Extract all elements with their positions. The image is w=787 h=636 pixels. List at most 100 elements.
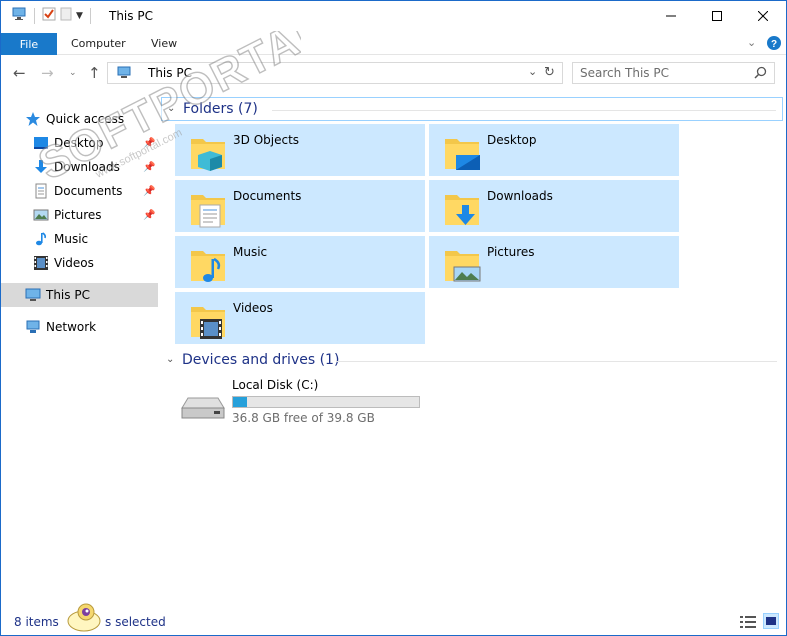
svg-text:?: ? — [771, 39, 777, 50]
nav-label: Videos — [54, 256, 94, 270]
3d-objects-folder-icon — [188, 133, 228, 173]
nav-label: Pictures — [54, 208, 102, 222]
drive-label: Local Disk (C:) — [232, 378, 319, 392]
address-this-pc-icon — [116, 66, 132, 83]
back-arrow-icon[interactable]: ← — [13, 64, 26, 82]
quick-access-toolbar: ▼ — [11, 7, 94, 24]
close-button[interactable] — [740, 1, 786, 31]
window-title: This PC — [109, 9, 153, 23]
large-icons-view-icon[interactable] — [763, 613, 779, 629]
customize-toolbar-chevron-icon[interactable]: ▼ — [76, 11, 83, 21]
group-divider — [336, 361, 777, 362]
watermark-mascot-icon — [66, 601, 106, 635]
music-icon — [33, 231, 49, 247]
address-bar[interactable]: This PC ⌄ ↻ — [107, 62, 563, 84]
nav-item-quick-access[interactable]: Quick access — [1, 107, 158, 131]
drive-usage-bar — [232, 396, 420, 408]
folder-tile-documents[interactable]: Documents — [175, 180, 425, 232]
nav-label: Music — [54, 232, 89, 246]
folder-tile-desktop[interactable]: Desktop — [429, 124, 679, 176]
search-icon — [754, 66, 767, 82]
group-divider — [272, 110, 776, 111]
title-bar: ▼ This PC — [1, 1, 786, 33]
help-icon[interactable]: ? — [767, 36, 781, 53]
group-title: Devices and drives (1) — [182, 352, 340, 368]
hard-drive-icon — [180, 396, 226, 425]
drive-free-space: 36.8 GB free of 39.8 GB — [232, 411, 375, 425]
nav-item-this-pc[interactable]: This PC — [1, 283, 158, 307]
folder-label: Pictures — [487, 245, 535, 259]
folder-label: Desktop — [487, 133, 537, 147]
nav-label: This PC — [46, 288, 90, 302]
up-arrow-icon[interactable]: ↑ — [88, 64, 101, 82]
new-folder-icon[interactable] — [60, 7, 72, 24]
minimize-button[interactable] — [648, 1, 694, 31]
navigation-pane: Quick access Desktop 📌 Downloads 📌 Docum… — [1, 101, 158, 601]
folder-tile-3d-objects[interactable]: 3D Objects — [175, 124, 425, 176]
selection-count: s selected — [105, 615, 166, 629]
recent-locations-chevron-icon[interactable]: ⌄ — [69, 68, 77, 78]
folder-label: Documents — [233, 189, 302, 203]
search-box[interactable]: Search This PC — [572, 62, 775, 84]
navigation-row: ← → ⌄ ↑ This PC ⌄ ↻ Search This PC — [1, 60, 786, 86]
folder-label: 3D Objects — [233, 133, 300, 147]
folder-tile-downloads[interactable]: Downloads — [429, 180, 679, 232]
tab-computer[interactable]: Computer — [71, 37, 126, 50]
nav-label: Network — [46, 320, 97, 334]
nav-label: Desktop — [54, 136, 104, 150]
this-pc-icon — [25, 287, 41, 303]
address-path: This PC — [148, 66, 192, 80]
nav-label: Quick access — [46, 112, 125, 126]
music-folder-icon — [188, 245, 228, 285]
ribbon-tabs: File Computer View ⌄ ? — [1, 33, 786, 55]
nav-item-desktop[interactable]: Desktop 📌 — [1, 131, 158, 155]
address-dropdown-chevron-icon[interactable]: ⌄ — [528, 65, 537, 78]
item-count: 8 items — [14, 615, 59, 629]
expand-ribbon-chevron-icon[interactable]: ⌄ — [747, 36, 756, 49]
collapse-chevron-icon[interactable]: ⌄ — [167, 103, 175, 114]
folder-label: Videos — [233, 301, 273, 315]
quick-access-star-icon — [25, 111, 41, 127]
folder-tile-music[interactable]: Music — [175, 236, 425, 288]
tab-view[interactable]: View — [151, 37, 177, 50]
properties-icon[interactable] — [42, 7, 56, 24]
nav-item-music[interactable]: Music — [1, 227, 158, 251]
documents-folder-icon — [188, 189, 228, 229]
content-pane: ⌄ Folders (7) 3D Objects Desktop Documen… — [161, 96, 786, 606]
group-header-devices[interactable]: ⌄ Devices and drives (1) — [161, 349, 783, 373]
nav-label: Documents — [54, 184, 123, 198]
desktop-folder-icon — [442, 133, 482, 173]
nav-label: Downloads — [54, 160, 120, 174]
videos-icon — [33, 255, 49, 271]
videos-folder-icon — [188, 301, 228, 341]
pin-icon[interactable]: 📌 — [143, 138, 155, 149]
desktop-icon — [33, 135, 49, 151]
drive-usage-fill — [233, 397, 247, 407]
pictures-icon — [33, 207, 49, 223]
pin-icon[interactable]: 📌 — [143, 186, 155, 197]
drive-tile-local-disk[interactable]: Local Disk (C:) 36.8 GB free of 39.8 GB — [175, 378, 435, 428]
search-placeholder: Search This PC — [580, 66, 669, 80]
collapse-chevron-icon[interactable]: ⌄ — [166, 354, 174, 365]
forward-arrow-icon[interactable]: → — [41, 64, 54, 82]
group-title: Folders (7) — [183, 101, 258, 117]
group-header-folders[interactable]: ⌄ Folders (7) — [161, 97, 783, 121]
nav-item-downloads[interactable]: Downloads 📌 — [1, 155, 158, 179]
network-icon — [25, 319, 41, 335]
nav-item-videos[interactable]: Videos — [1, 251, 158, 275]
status-bar: 8 items s selected — [1, 603, 786, 635]
pin-icon[interactable]: 📌 — [143, 162, 155, 173]
documents-icon — [33, 183, 49, 199]
details-view-icon[interactable] — [740, 615, 756, 632]
maximize-button[interactable] — [694, 1, 740, 31]
nav-item-pictures[interactable]: Pictures 📌 — [1, 203, 158, 227]
this-pc-small-icon — [11, 7, 27, 24]
folder-tile-pictures[interactable]: Pictures — [429, 236, 679, 288]
nav-item-network[interactable]: Network — [1, 315, 158, 339]
nav-item-documents[interactable]: Documents 📌 — [1, 179, 158, 203]
folder-tile-videos[interactable]: Videos — [175, 292, 425, 344]
refresh-icon[interactable]: ↻ — [544, 65, 555, 80]
pictures-folder-icon — [442, 245, 482, 285]
tab-file[interactable]: File — [1, 33, 57, 55]
pin-icon[interactable]: 📌 — [143, 210, 155, 221]
